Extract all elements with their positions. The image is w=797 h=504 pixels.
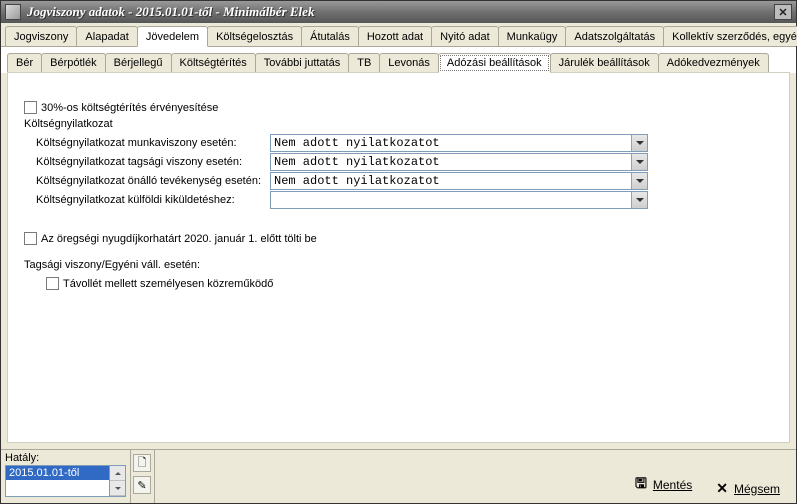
field-select-2[interactable]: Nem adott nyilatkozatot <box>270 172 648 190</box>
field-label-0: Költségnyilatkozat munkaviszony esetén: <box>36 137 270 149</box>
cancel-button-label: Mégsem <box>734 482 780 496</box>
titlebar: Jogviszony adatok - 2015.01.01-től - Min… <box>1 1 796 23</box>
edit-icon[interactable]: ✎ <box>133 476 151 494</box>
app-icon <box>5 4 21 20</box>
scroll-up-icon[interactable] <box>110 466 125 481</box>
main-tab-8[interactable]: Adatszolgáltatás <box>565 26 664 46</box>
main-tab-2[interactable]: Jövedelem <box>137 26 208 47</box>
chk-30pct[interactable] <box>24 101 37 114</box>
chevron-down-icon[interactable] <box>631 154 647 170</box>
hataly-scrollbar <box>110 465 126 497</box>
hataly-listbox[interactable]: 2015.01.01-től <box>5 465 110 497</box>
bottom-bar: Hatály: 2015.01.01-től 🗋 ✎ 🖫 Mentés ✕ <box>1 449 796 503</box>
sub-tab-1[interactable]: Bérpótlék <box>41 53 105 72</box>
main-tabs: JogviszonyAlapadatJövedelemKöltségeloszt… <box>1 23 796 47</box>
content-panel: 30%-os költségtérítés érvényesítése Költ… <box>7 73 790 443</box>
group-label-tagsagi: Tagsági viszony/Egyéni váll. esetén: <box>24 259 777 271</box>
field-label-3: Költségnyilatkozat külföldi kiküldetéshe… <box>36 194 270 206</box>
hataly-toolbuttons: 🗋 ✎ <box>131 450 155 503</box>
chk-presence-label: Távollét mellett személyesen közreműködő <box>63 278 273 290</box>
sub-tabs: BérBérpótlékBérjellegűKöltségtérítésTová… <box>7 53 790 73</box>
field-label-2: Költségnyilatkozat önálló tevékenység es… <box>36 175 270 187</box>
cancel-icon: ✕ <box>716 480 728 497</box>
section-label-koltsegnyilatkozat: Költségnyilatkozat <box>24 118 777 130</box>
scroll-down-icon[interactable] <box>110 481 125 496</box>
hataly-selected-item[interactable]: 2015.01.01-től <box>6 466 109 480</box>
save-button-label: Mentés <box>653 478 692 492</box>
new-page-icon[interactable]: 🗋 <box>133 454 151 472</box>
sub-tab-4[interactable]: További juttatás <box>255 53 349 72</box>
main-tab-7[interactable]: Munkaügy <box>498 26 567 46</box>
chk-pension[interactable] <box>24 232 37 245</box>
chevron-down-icon[interactable] <box>631 192 647 208</box>
chk-30pct-label: 30%-os költségtérítés érvényesítése <box>41 102 218 114</box>
chk-presence[interactable] <box>46 277 59 290</box>
hataly-list: 2015.01.01-től <box>5 465 126 497</box>
chk-pension-row: Az öregségi nyugdíjkorhatárt 2020. januá… <box>24 232 777 245</box>
subtab-area: BérBérpótlékBérjellegűKöltségtérítésTová… <box>1 47 796 73</box>
main-tab-6[interactable]: Nyitó adat <box>431 26 499 46</box>
sub-tab-0[interactable]: Bér <box>7 53 42 72</box>
save-icon: 🖫 <box>635 473 647 497</box>
chk-presence-row: Távollét mellett személyesen közreműködő <box>46 277 777 290</box>
field-row-1: Költségnyilatkozat tagsági viszony eseté… <box>36 153 777 171</box>
field-select-value-0: Nem adott nyilatkozatot <box>274 136 440 150</box>
field-row-3: Költségnyilatkozat külföldi kiküldetéshe… <box>36 191 777 209</box>
sub-tab-2[interactable]: Bérjellegű <box>105 53 172 72</box>
chk-30pct-row: 30%-os költségtérítés érvényesítése <box>24 101 777 114</box>
field-select-3[interactable] <box>270 191 648 209</box>
hataly-label: Hatály: <box>5 452 126 464</box>
field-select-value-2: Nem adott nyilatkozatot <box>274 174 440 188</box>
field-row-2: Költségnyilatkozat önálló tevékenység es… <box>36 172 777 190</box>
main-tab-9[interactable]: Kollektív szerződés, egyéb <box>663 26 797 46</box>
main-tab-0[interactable]: Jogviszony <box>5 26 77 46</box>
field-select-1[interactable]: Nem adott nyilatkozatot <box>270 153 648 171</box>
sub-tab-8[interactable]: Járulék beállítások <box>550 53 659 72</box>
chevron-down-icon[interactable] <box>631 135 647 151</box>
field-row-0: Költségnyilatkozat munkaviszony esetén: N… <box>36 134 777 152</box>
sub-tab-5[interactable]: TB <box>348 53 380 72</box>
dialog-window: Jogviszony adatok - 2015.01.01-től - Min… <box>0 0 797 504</box>
chk-pension-label: Az öregségi nyugdíjkorhatárt 2020. januá… <box>41 233 317 245</box>
field-label-1: Költségnyilatkozat tagsági viszony eseté… <box>36 156 270 168</box>
sub-tab-3[interactable]: Költségtérítés <box>171 53 256 72</box>
hataly-box: Hatály: 2015.01.01-től <box>1 450 131 503</box>
sub-tab-6[interactable]: Levonás <box>379 53 439 72</box>
chevron-down-icon[interactable] <box>631 173 647 189</box>
sub-tab-9[interactable]: Adókedvezmények <box>658 53 769 72</box>
main-tab-1[interactable]: Alapadat <box>76 26 137 46</box>
window-title: Jogviszony adatok - 2015.01.01-től - Min… <box>27 4 774 20</box>
cancel-button[interactable]: ✕ Mégsem <box>716 480 780 497</box>
main-tab-4[interactable]: Átutalás <box>301 26 359 46</box>
close-button[interactable]: ✕ <box>774 4 792 20</box>
field-select-value-1: Nem adott nyilatkozatot <box>274 155 440 169</box>
main-tab-3[interactable]: Költségelosztás <box>207 26 302 46</box>
save-button[interactable]: 🖫 Mentés <box>635 473 692 497</box>
field-select-0[interactable]: Nem adott nyilatkozatot <box>270 134 648 152</box>
footer-actions: 🖫 Mentés ✕ Mégsem <box>155 450 796 503</box>
sub-tab-7[interactable]: Adózási beállítások <box>438 53 551 73</box>
main-tab-5[interactable]: Hozott adat <box>358 26 432 46</box>
